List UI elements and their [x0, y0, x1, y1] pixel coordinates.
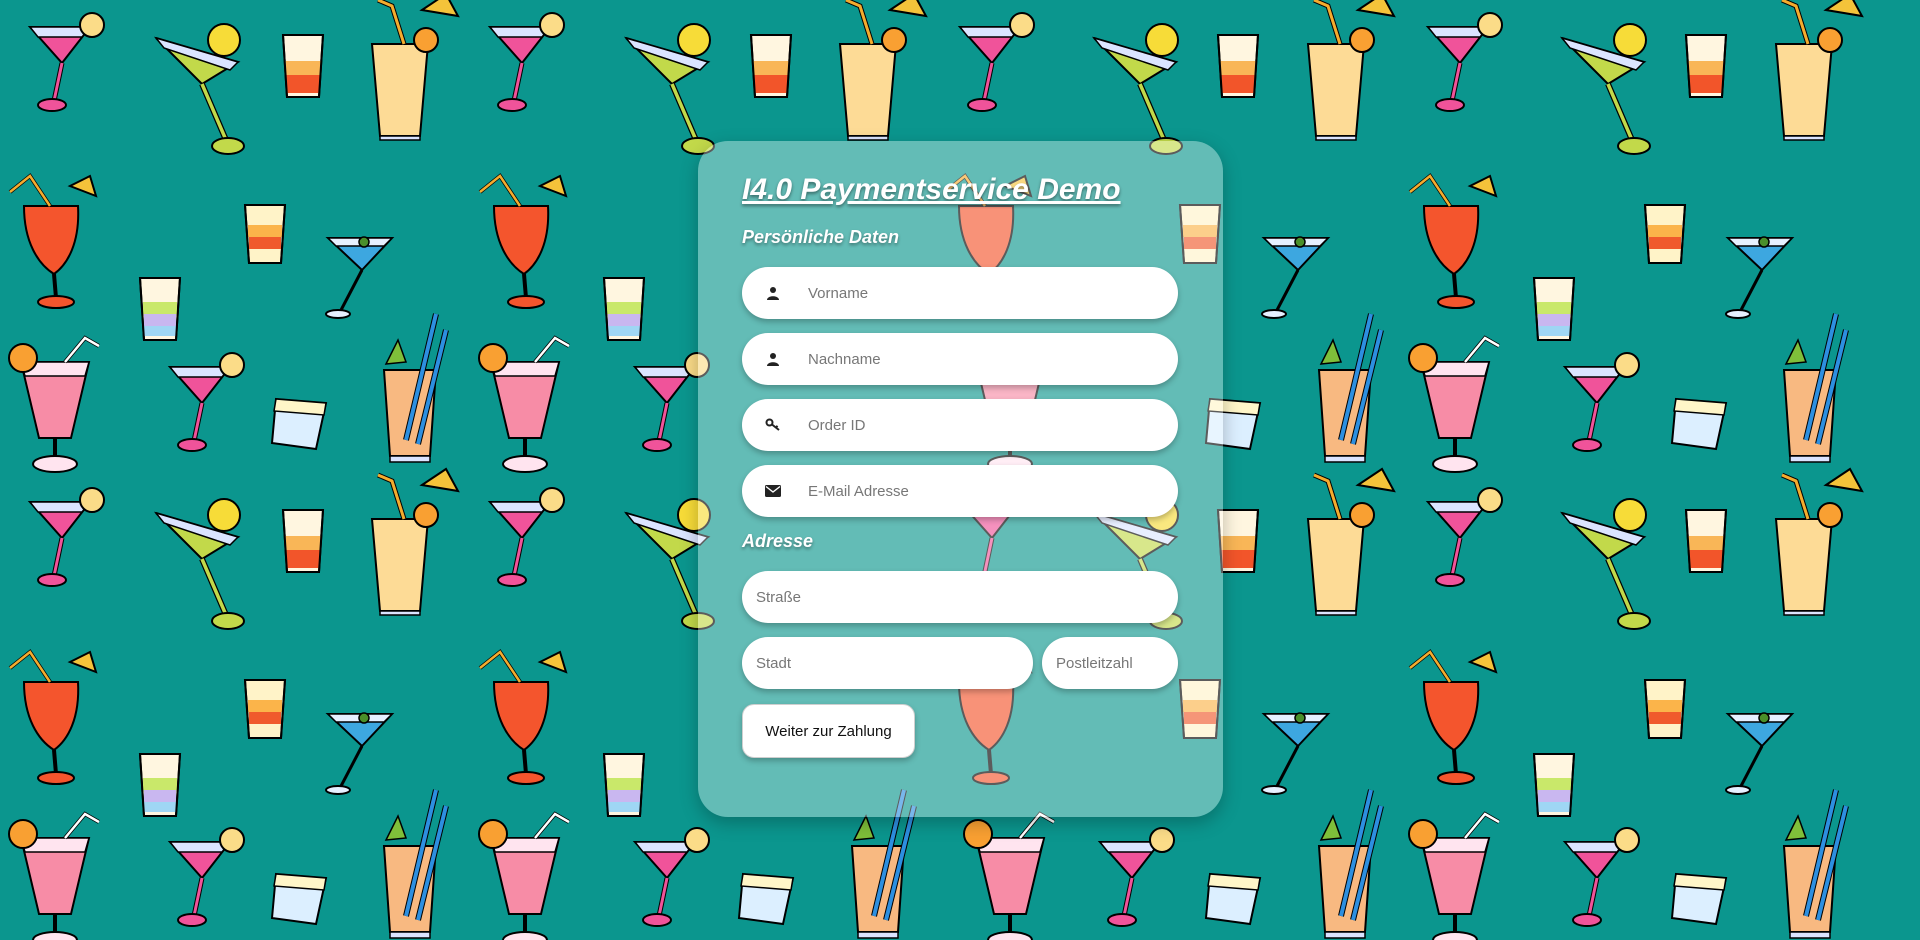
city-input[interactable] — [742, 637, 1033, 689]
city-field[interactable] — [742, 637, 1033, 689]
last-name-field[interactable] — [742, 333, 1178, 385]
payment-form-card: I4.0 Paymentservice Demo Persönliche Dat… — [698, 141, 1223, 817]
order-id-input[interactable] — [808, 399, 1178, 451]
continue-to-payment-button[interactable]: Weiter zur Zahlung — [742, 704, 915, 758]
key-icon — [762, 414, 784, 436]
email-field[interactable] — [742, 465, 1178, 517]
first-name-input[interactable] — [808, 267, 1178, 319]
address-heading: Adresse — [742, 531, 814, 551]
first-name-field[interactable] — [742, 267, 1178, 319]
street-field[interactable] — [742, 571, 1178, 623]
user-icon — [762, 282, 784, 304]
personal-data-heading: Persönliche Daten — [742, 227, 900, 247]
zip-field[interactable] — [1042, 637, 1178, 689]
last-name-input[interactable] — [808, 333, 1178, 385]
order-id-field[interactable] — [742, 399, 1178, 451]
zip-input[interactable] — [1042, 637, 1178, 689]
email-input[interactable] — [808, 465, 1178, 517]
page-title: I4.0 Paymentservice Demo — [742, 173, 1121, 206]
envelope-icon — [762, 480, 784, 502]
user-icon — [762, 348, 784, 370]
street-input[interactable] — [742, 571, 1178, 623]
